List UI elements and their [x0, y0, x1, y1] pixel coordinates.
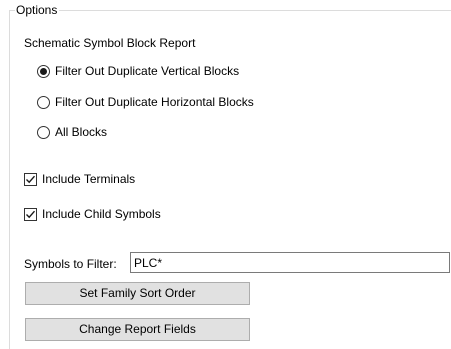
checkmark-icon[interactable] — [24, 172, 37, 186]
radio-filter-vertical-label: Filter Out Duplicate Vertical Blocks — [55, 64, 240, 78]
radio-filter-vertical[interactable]: Filter Out Duplicate Vertical Blocks — [37, 63, 239, 79]
radio-filter-horizontal[interactable]: Filter Out Duplicate Horizontal Blocks — [37, 94, 254, 110]
radio-filter-horizontal-label: Filter Out Duplicate Horizontal Blocks — [55, 95, 254, 109]
radio-unselected-icon[interactable] — [37, 125, 50, 139]
radio-all-blocks-label: All Blocks — [55, 125, 108, 139]
symbols-to-filter-label: Symbols to Filter: — [24, 257, 117, 271]
options-group-title: Options — [15, 2, 60, 18]
change-report-fields-button[interactable]: Change Report Fields — [25, 318, 250, 341]
schematic-block-report-label: Schematic Symbol Block Report — [24, 36, 196, 50]
include-child-symbols-checkbox[interactable]: Include Child Symbols — [24, 206, 161, 222]
checkmark-icon[interactable] — [24, 207, 37, 221]
radio-all-blocks[interactable]: All Blocks — [37, 124, 107, 140]
symbols-filter-input[interactable] — [130, 252, 450, 273]
radio-selected-icon[interactable] — [37, 64, 50, 78]
set-family-sort-order-button[interactable]: Set Family Sort Order — [25, 282, 250, 305]
include-child-symbols-label: Include Child Symbols — [42, 207, 161, 221]
radio-unselected-icon[interactable] — [37, 95, 50, 109]
options-panel: Options Schematic Symbol Block Report Fi… — [0, 0, 451, 349]
include-terminals-label: Include Terminals — [42, 172, 136, 186]
include-terminals-checkbox[interactable]: Include Terminals — [24, 171, 135, 187]
